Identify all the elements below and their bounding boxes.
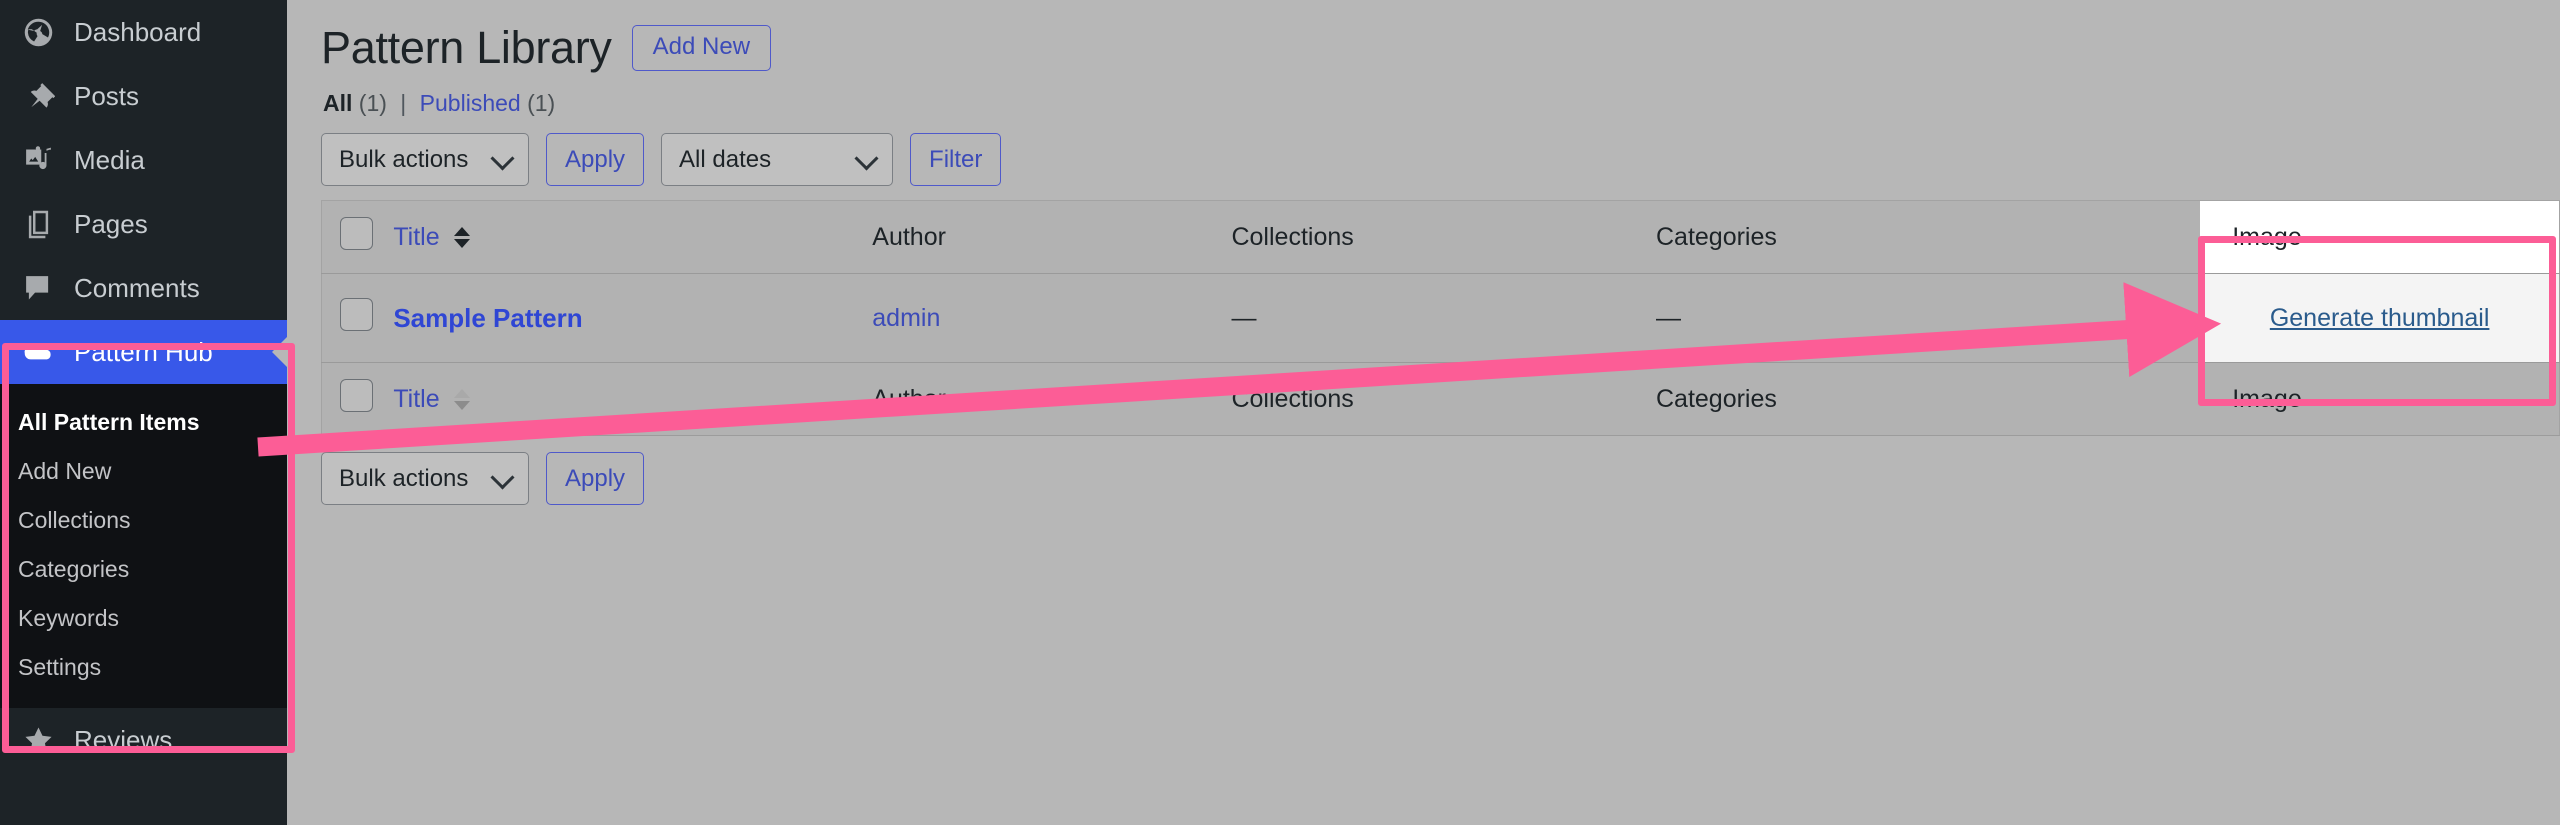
- submenu-item-keywords[interactable]: Keywords: [0, 594, 287, 643]
- select-all-footer-header: [321, 362, 394, 436]
- table-footer-row: Title Author Collections Categories Imag…: [321, 362, 2560, 436]
- generate-thumbnail-link[interactable]: Generate thumbnail: [2270, 304, 2490, 332]
- sidebar-item-label: Pages: [74, 208, 148, 239]
- filter-button[interactable]: Filter: [910, 133, 1002, 186]
- submenu-item-settings[interactable]: Settings: [0, 643, 287, 692]
- sidebar-item-label: Reviews: [74, 724, 173, 755]
- column-header-image: Image: [2200, 200, 2560, 274]
- categories-value: —: [1655, 303, 1681, 332]
- wordpress-admin-screen: Dashboard Posts Media Pages Comments Pat…: [0, 0, 2560, 825]
- sidebar-item-reviews[interactable]: Reviews: [0, 708, 287, 772]
- pattern-items-table: Title Author Collections Categories Imag…: [321, 200, 2560, 436]
- sidebar-item-pages[interactable]: Pages: [0, 192, 287, 256]
- row-select-cell: [322, 274, 394, 363]
- column-footer-author: Author: [872, 362, 1232, 436]
- status-filter-links: All (1) | Published (1): [323, 90, 2560, 117]
- page-header: Pattern Library Add New: [321, 22, 2560, 74]
- sidebar-item-label: Media: [74, 144, 145, 175]
- tablenav-bottom: Bulk actions Apply: [321, 452, 2560, 505]
- pages-icon: [18, 204, 58, 244]
- table-body: Sample Pattern admin — — Generate thumbn…: [321, 273, 2560, 363]
- column-footer-title[interactable]: Title: [393, 362, 873, 436]
- submenu-item-categories[interactable]: Categories: [0, 545, 287, 594]
- row-image-cell: Generate thumbnail: [2200, 273, 2560, 363]
- row-collections-cell: —: [1231, 274, 1656, 363]
- sidebar-item-media[interactable]: Media: [0, 128, 287, 192]
- select-all-checkbox-footer[interactable]: [340, 379, 373, 412]
- sidebar-item-label: Pattern Hub: [74, 336, 213, 367]
- pin-icon: [18, 76, 58, 116]
- chevron-down-icon: [490, 145, 515, 171]
- column-footer-image-label: Image: [2232, 384, 2302, 413]
- submenu-item-all-pattern-items[interactable]: All Pattern Items: [0, 398, 287, 447]
- main-content: Pattern Library Add New All (1) | Publis…: [287, 0, 2560, 825]
- column-header-image-label: Image: [2232, 222, 2302, 251]
- date-filter-value: All dates: [679, 145, 772, 173]
- status-link-published[interactable]: Published: [420, 90, 521, 116]
- date-filter-select[interactable]: All dates: [661, 133, 894, 186]
- tablenav-top: Bulk actions Apply All dates Filter: [321, 133, 2560, 186]
- star-icon: [18, 720, 58, 760]
- sidebar-item-posts[interactable]: Posts: [0, 64, 287, 128]
- row-categories-cell: —: [1656, 274, 2200, 363]
- select-all-checkbox[interactable]: [340, 217, 373, 250]
- sidebar-item-label: Posts: [74, 80, 140, 111]
- status-link-all[interactable]: All: [323, 90, 352, 116]
- media-icon: [18, 140, 58, 180]
- chevron-down-icon: [854, 145, 879, 171]
- row-title-cell: Sample Pattern: [393, 274, 872, 363]
- sort-arrows-icon: [453, 389, 470, 411]
- column-footer-categories: Categories: [1655, 362, 2201, 436]
- submenu-item-add-new[interactable]: Add New: [0, 447, 287, 496]
- apply-button-top[interactable]: Apply: [546, 133, 645, 186]
- status-separator: |: [400, 90, 407, 116]
- column-header-collections: Collections: [1231, 200, 1656, 274]
- sidebar-item-label: Dashboard: [74, 16, 202, 47]
- column-header-author: Author: [872, 200, 1232, 274]
- comments-icon: [18, 268, 58, 308]
- submenu-item-collections[interactable]: Collections: [0, 496, 287, 545]
- sort-title-link[interactable]: Title: [393, 223, 439, 251]
- row-checkbox[interactable]: [340, 298, 373, 331]
- admin-sidebar: Dashboard Posts Media Pages Comments Pat…: [0, 0, 288, 825]
- table-row: Sample Pattern admin — — Generate thumbn…: [321, 273, 2560, 363]
- sidebar-item-comments[interactable]: Comments: [0, 256, 287, 320]
- bulk-actions-value-bottom: Bulk actions: [339, 464, 469, 492]
- cloud-icon: [18, 332, 58, 372]
- bulk-actions-select-top[interactable]: Bulk actions: [321, 133, 529, 186]
- column-header-categories: Categories: [1655, 200, 2201, 274]
- collections-value: —: [1231, 303, 1257, 332]
- status-count-all: (1): [358, 90, 387, 116]
- sort-title-link-footer[interactable]: Title: [393, 385, 439, 413]
- table-head: Title Author Collections Categories Imag…: [321, 200, 2560, 274]
- add-new-button[interactable]: Add New: [631, 25, 772, 71]
- dashboard-icon: [18, 12, 58, 52]
- bulk-actions-value: Bulk actions: [339, 145, 469, 173]
- column-footer-image: Image: [2200, 362, 2560, 436]
- row-author-cell: admin: [872, 274, 1231, 363]
- column-footer-collections: Collections: [1231, 362, 1656, 436]
- table-header-row: Title Author Collections Categories Imag…: [321, 200, 2560, 274]
- pattern-hub-submenu: All Pattern Items Add New Collections Ca…: [0, 384, 287, 709]
- author-link[interactable]: admin: [872, 304, 940, 332]
- sort-arrows-icon: [453, 227, 470, 249]
- status-count-published: (1): [527, 90, 556, 116]
- table-foot: Title Author Collections Categories Imag…: [321, 362, 2560, 436]
- sidebar-item-label: Comments: [74, 272, 200, 303]
- select-all-header: [321, 200, 394, 274]
- sidebar-item-pattern-hub[interactable]: Pattern Hub: [0, 320, 288, 384]
- sidebar-item-dashboard[interactable]: Dashboard: [0, 0, 287, 64]
- pattern-title-link[interactable]: Sample Pattern: [393, 303, 582, 333]
- column-header-title[interactable]: Title: [393, 200, 873, 274]
- apply-button-bottom[interactable]: Apply: [546, 452, 645, 505]
- page-title: Pattern Library: [321, 22, 612, 73]
- chevron-down-icon: [490, 464, 515, 490]
- bulk-actions-select-bottom[interactable]: Bulk actions: [321, 452, 529, 505]
